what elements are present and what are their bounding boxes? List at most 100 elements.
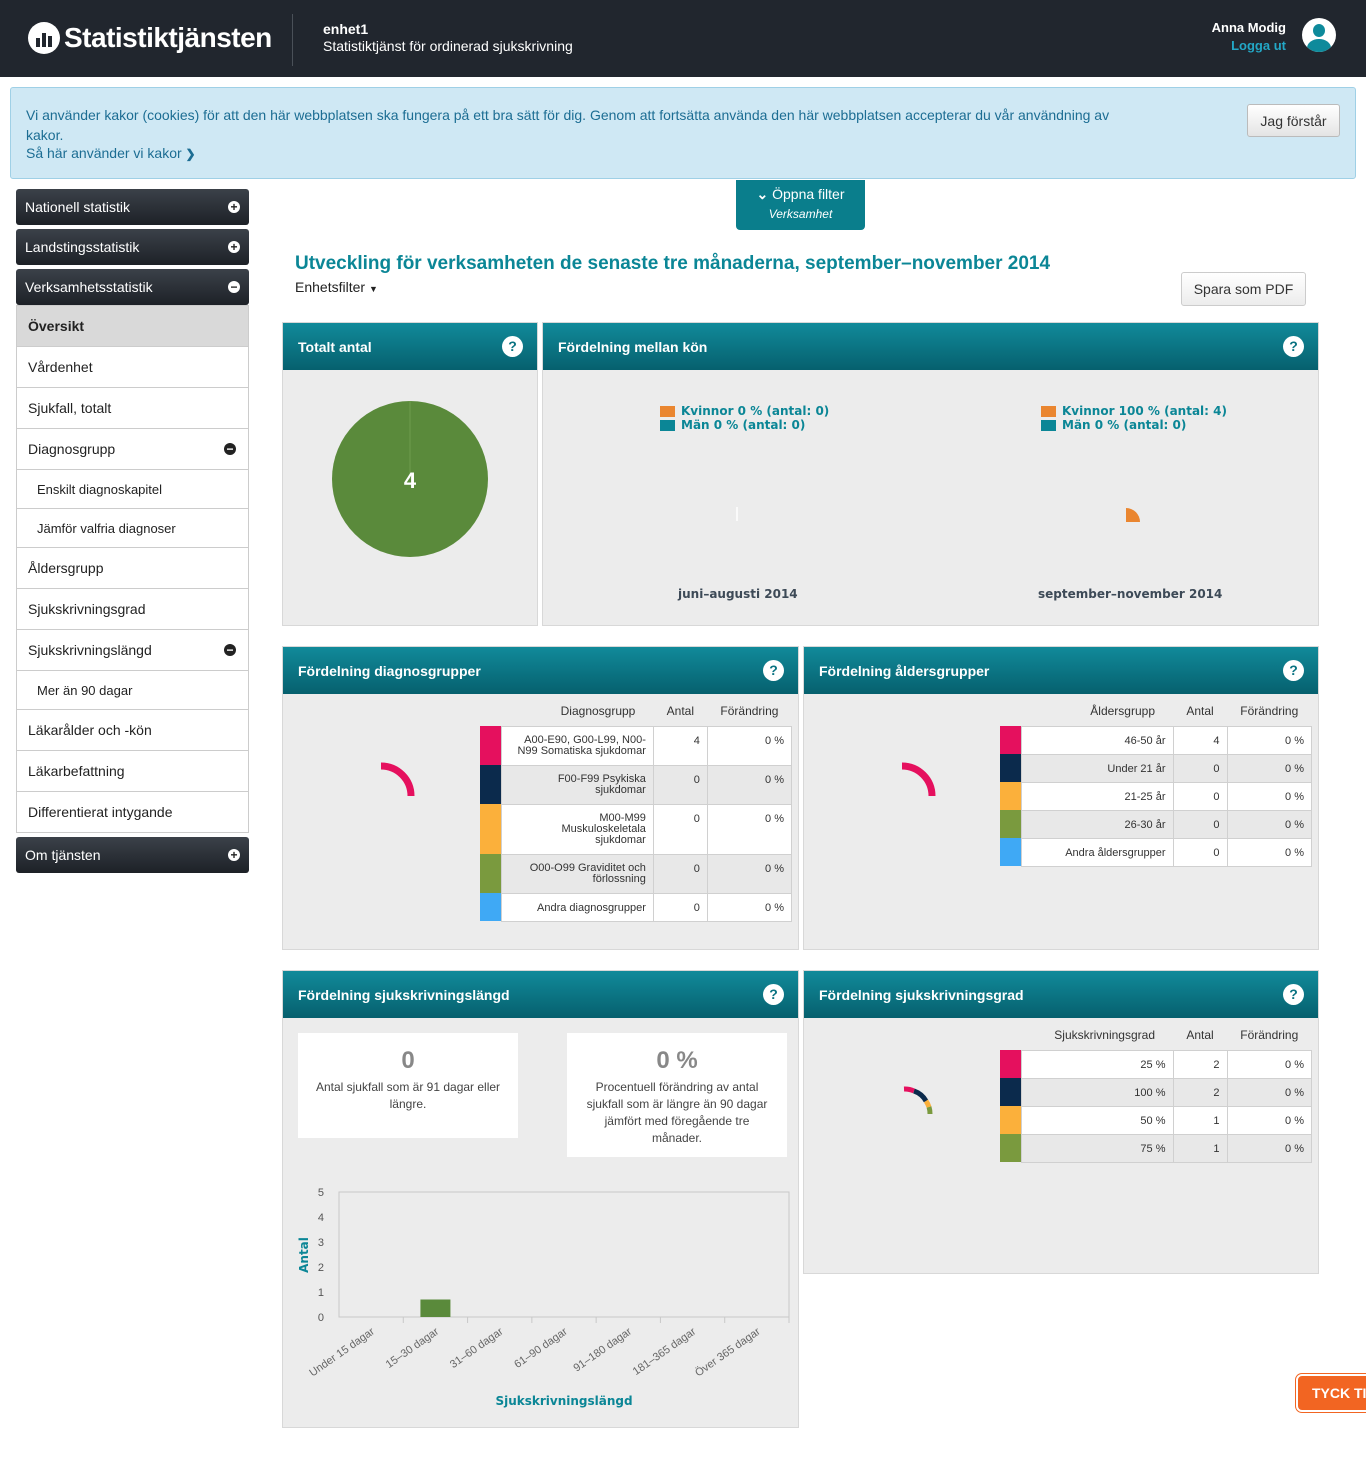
unit-name: enhet1	[323, 21, 369, 37]
legend-men-period1: Män 0 % (antal: 0)	[660, 418, 805, 432]
sidebar-item-doctor-age-gender[interactable]: Läkarålder och -kön	[17, 709, 248, 750]
help-icon[interactable]: ?	[1283, 336, 1304, 357]
panel-header: Totalt antal?	[283, 323, 537, 370]
degree-table: Sjukskrivningsgrad Antal Förändring 25 % 2 0…	[1000, 1020, 1312, 1163]
help-icon[interactable]: ?	[1283, 984, 1304, 1005]
total-count-chart: 4	[332, 401, 488, 557]
cookie-accept-button[interactable]: Jag förstår	[1247, 104, 1340, 137]
long-cases-change: 0 %	[656, 1047, 698, 1074]
age-table: Åldersgrupp Antal Förändring 46-50 år 4 0 % …	[1000, 696, 1312, 867]
user-avatar-icon[interactable]	[1302, 18, 1336, 52]
long-cases-description: Antal sjukfall som är 91 dagar eller län…	[315, 1080, 501, 1111]
nav-national-statistics[interactable]: Nationell statistik +	[16, 189, 249, 225]
open-filter-button[interactable]: ⌄ Öppna filter Verksamhet	[736, 180, 865, 230]
x-tick-label: 15–30 dagar	[384, 1325, 442, 1370]
sidebar-item-doctor-position[interactable]: Läkarbefattning	[17, 750, 248, 791]
x-tick-label: 91–180 dagar	[571, 1325, 634, 1374]
sidebar-item-sick-cases-total[interactable]: Sjukfall, totalt	[17, 387, 248, 428]
plus-circle-icon: +	[228, 241, 240, 253]
sidebar-item-sick-leave-length[interactable]: Sjukskrivningslängd −	[17, 629, 248, 670]
sick-leave-length-panel: Fördelning sjukskrivningslängd? 0 Antal …	[282, 970, 799, 1428]
table-header-row: Åldersgrupp Antal Förändring	[1090, 703, 1299, 718]
sidebar-item-sick-leave-degree[interactable]: Sjukskrivningsgrad	[17, 588, 248, 629]
nav-business-statistics[interactable]: Verksamhetsstatistik −	[16, 269, 249, 305]
table-row: 25 % 2 0 %	[1000, 1049, 1312, 1079]
diagnosis-table: Diagnosgrupp Antal Förändring A00-E90, G00…	[480, 696, 793, 922]
total-count-panel: Totalt antal? 4	[282, 322, 538, 626]
table-row: 50 % 1 0 %	[1000, 1105, 1312, 1135]
panel-header: Fördelning sjukskrivningsgrad?	[804, 971, 1318, 1018]
header-divider	[292, 14, 293, 66]
table-row: 75 % 1 0 %	[1000, 1133, 1312, 1163]
sidebar-item-compare-diagnoses[interactable]: Jämför valfria diagnoser	[17, 508, 248, 547]
help-icon[interactable]: ?	[1283, 660, 1304, 681]
sidebar-item-single-diagnosis-chapter[interactable]: Enskilt diagnoskapitel	[17, 469, 248, 508]
table-row: 26-30 år 0 0 %	[1000, 809, 1312, 839]
diagnosis-donut	[380, 762, 415, 797]
legend-women-period1: Kvinnor 0 % (antal: 0)	[660, 404, 829, 418]
table-row: Under 21 år 0 0 %	[1000, 753, 1312, 783]
cookie-info-link[interactable]: Så här använder vi kakor ❯	[26, 145, 196, 161]
x-axis-label: Sjukskrivningslängd	[495, 1394, 632, 1408]
minus-circle-icon: −	[224, 443, 236, 455]
app-logo[interactable]: Statistiktjänsten	[28, 18, 272, 58]
page-title: Utveckling för verksamheten de senaste t…	[295, 253, 1051, 274]
logout-link[interactable]: Logga ut	[1212, 38, 1286, 53]
user-info: Anna Modig Logga ut	[1212, 20, 1286, 53]
x-tick-label: Under 15 dagar	[307, 1325, 377, 1379]
plus-circle-icon: +	[228, 849, 240, 861]
chevron-down-icon: ⌄	[756, 186, 769, 202]
panel-header: Fördelning åldersgrupper?	[804, 647, 1318, 694]
table-row: O00-O99 Graviditet och förlossning 0 0 %	[480, 853, 793, 894]
table-row: 21-25 år 0 0 %	[1000, 781, 1312, 811]
panel-header: Fördelning diagnosgrupper?	[283, 647, 798, 694]
period-label: juni–augusti 2014	[678, 587, 798, 601]
sidebar-item-more-than-90-days[interactable]: Mer än 90 dagar	[17, 670, 248, 709]
x-tick-label: 181–365 dagar	[631, 1325, 699, 1377]
table-header-row: Diagnosgrupp Antal Förändring	[560, 703, 779, 718]
sidebar-item-overview[interactable]: Översikt	[17, 305, 248, 346]
minus-circle-icon: −	[224, 644, 236, 656]
user-name: Anna Modig	[1211, 20, 1286, 35]
table-row: Andra diagnosgrupper 0 0 %	[480, 892, 793, 922]
sidebar-item-diagnosis-group[interactable]: Diagnosgrupp −	[17, 428, 248, 469]
table-row: F00-F99 Psykiska sjukdomar 0 0 %	[480, 764, 793, 805]
legend-men-period2: Män 0 % (antal: 0)	[1041, 418, 1186, 432]
plus-circle-icon: +	[228, 201, 240, 213]
gender-pies	[736, 507, 1140, 522]
long-cases-count-box: 0 Antal sjukfall som är 91 dagar eller l…	[298, 1033, 518, 1138]
nav-county-statistics[interactable]: Landstingsstatistik +	[16, 229, 249, 265]
feedback-tab-button[interactable]: TYCK TI	[1296, 1374, 1366, 1412]
total-value: 4	[404, 468, 417, 493]
sick-leave-degree-panel: Fördelning sjukskrivningsgrad? Sjukskriv…	[803, 970, 1319, 1274]
y-tick-label: 1	[318, 1287, 324, 1299]
sidebar-nav: Nationell statistik + Landstingsstatistik…	[16, 189, 249, 877]
minus-circle-icon: −	[228, 281, 240, 293]
age-distribution-panel: Fördelning åldersgrupper? Åldersgrupp Ant…	[803, 646, 1319, 950]
table-row: M00-M99 Muskuloskeletala sjukdomar 0 0 %	[480, 803, 793, 855]
cookie-text: Vi använder kakor (cookies) för att den …	[26, 107, 1110, 143]
sidebar-item-age-group[interactable]: Åldersgrupp	[17, 547, 248, 588]
nav-about-service[interactable]: Om tjänsten +	[16, 837, 249, 873]
help-icon[interactable]: ?	[763, 984, 784, 1005]
long-cases-count: 0	[401, 1047, 415, 1074]
caret-down-icon: ▼	[368, 284, 378, 294]
unit-filter-dropdown[interactable]: Enhetsfilter ▼	[295, 279, 378, 295]
panel-header: Fördelning mellan kön?	[543, 323, 1318, 370]
help-icon[interactable]: ?	[763, 660, 784, 681]
table-row: 100 % 2 0 %	[1000, 1077, 1312, 1107]
sick-leave-length-chart: 0 1 2 3 4 5 Under 15 dagar 15–30 dagar 31–60 da…	[297, 1187, 790, 1408]
logo-text: Statistiktjänsten	[64, 22, 272, 53]
unit-subtitle: Statistiktjänst för ordinerad sjukskrivn…	[323, 38, 573, 54]
table-header-row: Sjukskrivningsgrad Antal Förändring	[1054, 1027, 1299, 1042]
table-row: A00-E90, G00-L99, N00-N99 Somatiska sjuk…	[480, 725, 793, 766]
long-cases-change-box: 0 % Procentuell förändring av antal sjuk…	[567, 1033, 787, 1157]
help-icon[interactable]: ?	[502, 336, 523, 357]
sidebar-item-care-unit[interactable]: Vårdenhet	[17, 346, 248, 387]
age-donut	[901, 762, 936, 797]
diagnosis-distribution-panel: Fördelning diagnosgrupper? Diagnosgrupp A…	[282, 646, 799, 950]
sidebar-item-differentiated-certification[interactable]: Differentierat intygande	[17, 791, 248, 832]
table-row: 46-50 år 4 0 %	[1000, 725, 1312, 755]
chevron-down-icon: ❯	[185, 147, 196, 161]
save-pdf-button[interactable]: Spara som PDF	[1181, 272, 1306, 306]
